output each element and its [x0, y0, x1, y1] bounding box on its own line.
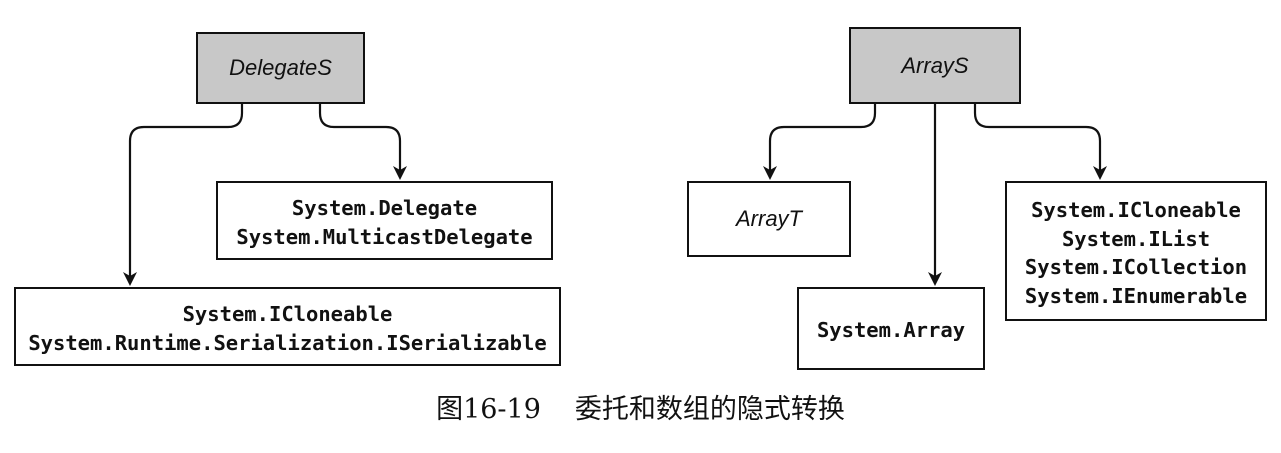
figure-title: 委托和数组的隐式转换 [574, 394, 845, 425]
delegate-interfaces-node: System.ICloneable System.Runtime.Seriali… [14, 287, 561, 366]
type-name: System.Array [816, 318, 966, 343]
node-label: DelegateS [229, 55, 332, 80]
interface-name: System.ICloneable [1031, 198, 1241, 222]
interface-name: System.IList [1061, 226, 1211, 251]
array-source-node: ArrayS [849, 27, 1021, 104]
arrow-array-to-array-type [768, 104, 877, 170]
interface-name: System.ICloneable [182, 302, 393, 326]
diagram-canvas: DelegateS System.Delegate System.Multica… [0, 0, 1281, 453]
type-name: System.MulticastDelegate [236, 224, 533, 249]
arrow-array-to-interfaces [973, 104, 1102, 170]
array-base-type-node: System.Array [797, 287, 985, 370]
array-target-node: ArrayT [687, 181, 851, 257]
interface-name: System.Runtime.Serialization.ISerializab… [28, 330, 547, 355]
delegate-base-types-node: System.Delegate System.MulticastDelegate [216, 181, 553, 260]
array-interfaces-node: System.ICloneable System.IList System.IC… [1005, 181, 1267, 321]
interface-name: System.ICollection [1024, 255, 1248, 279]
node-label: ArrayT [736, 206, 802, 231]
arrow-delegate-to-base-types [318, 104, 402, 170]
node-label: ArrayS [901, 52, 969, 78]
delegate-source-node: DelegateS [196, 32, 365, 104]
figure-number: 图16-19 [436, 394, 541, 425]
type-name: System.Delegate [291, 196, 478, 220]
figure-caption: 图16-19 委托和数组的隐式转换 [0, 390, 1281, 430]
interface-name: System.IEnumerable [1024, 283, 1248, 308]
